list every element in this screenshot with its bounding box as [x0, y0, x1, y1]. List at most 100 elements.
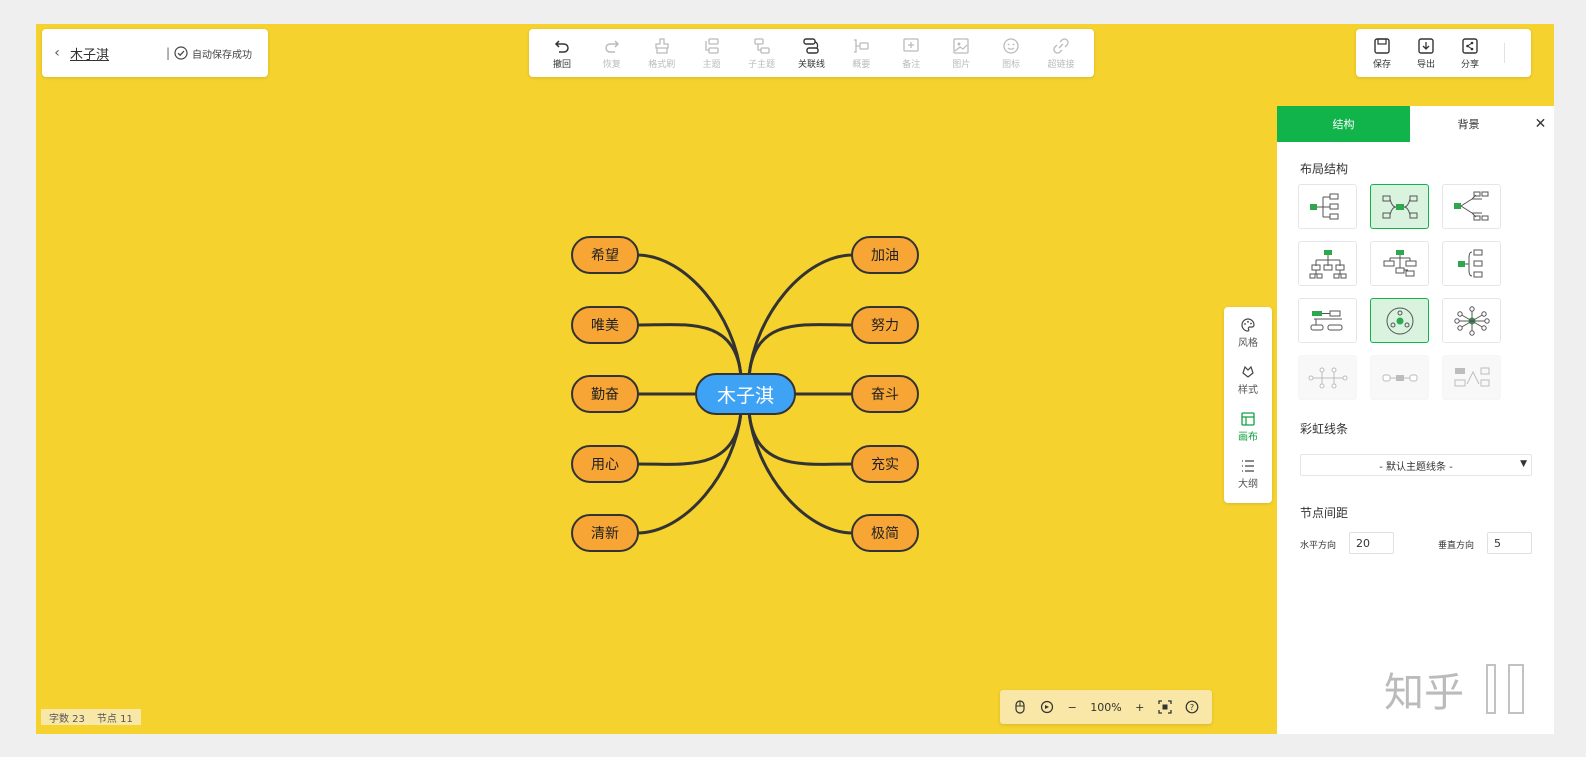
connector-right-5	[747, 411, 854, 535]
fit-screen-icon[interactable]	[1158, 700, 1172, 714]
format-brush-icon	[655, 37, 669, 54]
tab-structure[interactable]: 结构	[1277, 106, 1410, 142]
layout-tree-down[interactable]	[1370, 241, 1429, 286]
doc-title[interactable]: 木子淇	[70, 44, 166, 63]
connector-right-1	[747, 253, 854, 377]
layout-logic-right[interactable]	[1298, 184, 1357, 229]
side-item-label: 风格	[1238, 338, 1258, 349]
undo-icon	[554, 39, 569, 53]
share-label: 分享	[1460, 59, 1479, 70]
connector-left-1	[636, 253, 743, 377]
zoom-value: 100%	[1090, 700, 1122, 714]
connector-left-4	[636, 411, 743, 466]
zoom-in-button[interactable]: +	[1135, 701, 1144, 714]
export-button[interactable]: 导出	[1404, 37, 1448, 70]
format-brush-button[interactable]: 格式刷	[639, 37, 685, 70]
structure-panel: 结构 背景 ✕ 布局结构 彩虹线条 - 默认主题线条 - ▼ 节点间距 水平方向…	[1277, 106, 1554, 734]
connector-left-5	[636, 411, 743, 535]
note-icon	[903, 37, 919, 52]
layout-radial[interactable]	[1442, 298, 1501, 343]
rainbow-section-title: 彩虹线条	[1300, 422, 1349, 436]
save-button[interactable]: 保存	[1360, 37, 1404, 70]
node-left-2[interactable]: 唯美	[571, 306, 639, 344]
note-label: 备注	[902, 59, 921, 70]
svg-text:?: ?	[1190, 703, 1194, 712]
rainbow-line-select[interactable]: - 默认主题线条 - ▼	[1300, 454, 1532, 476]
watermark-bar-right	[1508, 664, 1524, 714]
layout-line-disabled[interactable]	[1370, 355, 1429, 400]
zoom-out-button[interactable]: −	[1068, 701, 1077, 714]
image-button[interactable]: 图片	[938, 37, 984, 70]
redo-label: 恢复	[602, 59, 621, 70]
side-item-style[interactable]: 样式	[1224, 362, 1272, 409]
node-left-5[interactable]: 清新	[571, 514, 639, 552]
node-left-3[interactable]: 勤奋	[571, 375, 639, 413]
save-status: 自动保存成功	[192, 49, 253, 61]
note-button[interactable]: 备注	[888, 37, 934, 70]
subtopic-icon	[753, 37, 770, 54]
node-right-1[interactable]: 加油	[851, 236, 919, 274]
node-left-4[interactable]: 用心	[571, 445, 639, 483]
side-item-outline[interactable]: 大纲	[1224, 456, 1272, 503]
redo-button[interactable]: 恢复	[589, 37, 635, 70]
emoji-button[interactable]: 图标	[988, 37, 1034, 70]
layout-table-icon	[1454, 367, 1489, 386]
watermark-text: 知乎	[1384, 670, 1464, 716]
share-icon	[1462, 37, 1478, 54]
node-right-3[interactable]: 奋斗	[851, 375, 919, 413]
main-toolbar: 撤回 恢复 格式刷 主题 子主题 关联线 概要 备注 图片 图标 超链接	[529, 29, 1094, 77]
side-item-label: 大纲	[1238, 479, 1258, 490]
mouse-mode-icon[interactable]	[1013, 700, 1027, 714]
vertical-spacing-input[interactable]: 5	[1487, 532, 1532, 554]
undo-button[interactable]: 撤回	[539, 37, 585, 70]
layout-org-chart[interactable]	[1298, 241, 1357, 286]
root-node[interactable]: 木子淇	[695, 373, 796, 415]
watermark-bar-left	[1486, 664, 1496, 714]
summary-button[interactable]: 概要	[838, 37, 884, 70]
tab-background[interactable]: 背景	[1410, 106, 1527, 142]
layout-fishbone-icon	[1308, 367, 1347, 388]
node-right-5[interactable]: 极简	[851, 514, 919, 552]
relation-line-button[interactable]: 关联线	[788, 37, 834, 70]
spacing-section-title: 节点间距	[1300, 506, 1349, 520]
node-count: 节点 11	[96, 713, 133, 725]
close-icon[interactable]: ✕	[1527, 106, 1554, 142]
side-item-canvas[interactable]: 画布	[1224, 409, 1272, 456]
share-button[interactable]: 分享	[1448, 37, 1492, 70]
node-right-4[interactable]: 充实	[851, 445, 919, 483]
chevron-left-icon[interactable]: ‹	[46, 45, 68, 61]
check-circle-icon	[174, 46, 188, 60]
layout-line-icon	[1382, 374, 1417, 381]
node-left-1[interactable]: 希望	[571, 236, 639, 274]
layout-section-title: 布局结构	[1300, 162, 1349, 176]
help-icon[interactable]: ?	[1185, 700, 1199, 714]
layout-tree-right[interactable]	[1442, 184, 1501, 229]
word-count: 字数 23	[49, 713, 85, 725]
subtopic-button[interactable]: 子主题	[739, 37, 785, 70]
subtopic-label: 子主题	[748, 59, 776, 70]
horizontal-spacing-input[interactable]: 20	[1349, 532, 1394, 554]
zoom-bar: − 100% + ?	[1000, 690, 1212, 724]
topic-button[interactable]: 主题	[689, 37, 735, 70]
layout-fishbone-disabled[interactable]	[1298, 355, 1357, 400]
style-icon	[1242, 365, 1254, 378]
layout-logic-bracket[interactable]	[1442, 241, 1501, 286]
action-bar: 保存 导出 分享	[1356, 29, 1531, 77]
link-button[interactable]: 超链接	[1038, 37, 1084, 70]
side-item-style-theme[interactable]: 风格	[1224, 315, 1272, 362]
layout-table-disabled[interactable]	[1442, 355, 1501, 400]
layout-logic-right-icon	[1309, 193, 1338, 219]
layout-mindmap[interactable]	[1370, 184, 1429, 229]
summary-label: 概要	[852, 59, 871, 70]
node-right-2[interactable]: 努力	[851, 306, 919, 344]
layout-circle[interactable]	[1370, 298, 1429, 343]
locate-icon[interactable]	[1040, 700, 1054, 714]
save-icon	[1374, 37, 1390, 54]
layout-radial-icon	[1453, 305, 1490, 336]
side-menu: 风格 样式 画布 大纲	[1224, 307, 1272, 503]
relation-line-label: 关联线	[797, 59, 825, 70]
layout-timeline[interactable]	[1298, 298, 1357, 343]
panel-tabs: 结构 背景 ✕	[1277, 106, 1554, 142]
vertical-label: 垂直方向	[1438, 541, 1475, 551]
side-item-label: 画布	[1238, 432, 1258, 443]
